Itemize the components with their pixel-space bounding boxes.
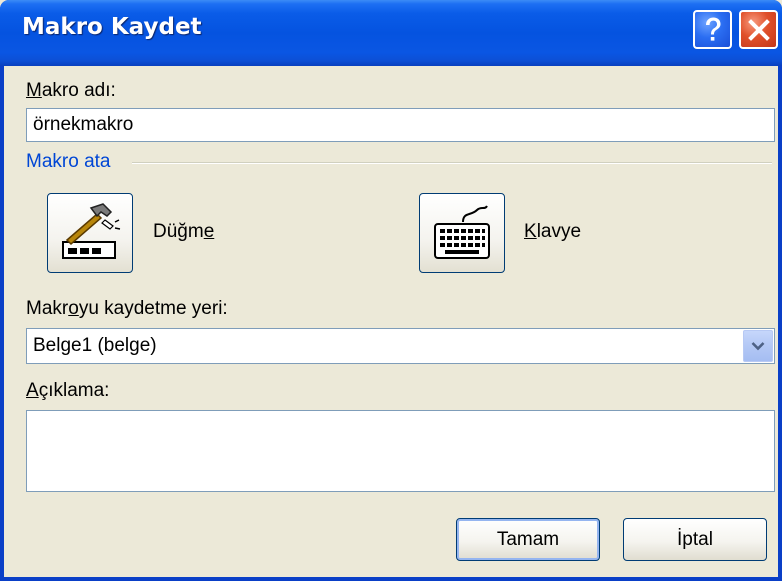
assign-to-button[interactable] — [47, 193, 133, 273]
help-icon — [705, 17, 720, 41]
dialog-body: Makro adı: örnekmakro Makro ata Düğme Kl… — [4, 66, 778, 577]
cancel-button[interactable]: İptal — [623, 518, 767, 561]
assign-macro-group-title: Makro ata — [26, 151, 111, 172]
store-macro-select[interactable]: Belge1 (belge) — [26, 328, 775, 364]
close-icon — [747, 18, 770, 41]
description-label: Açıklama: — [26, 380, 110, 401]
hammer-toolbar-icon — [62, 203, 121, 259]
ok-button[interactable]: Tamam — [456, 518, 600, 561]
group-divider — [132, 162, 772, 164]
close-button[interactable] — [739, 10, 778, 49]
window-title: Makro Kaydet — [22, 14, 202, 40]
macro-name-label: Makro adı: — [26, 80, 116, 101]
store-macro-value: Belge1 (belge) — [33, 335, 157, 356]
dropdown-button[interactable] — [743, 330, 773, 362]
keyboard-option-label: Klavye — [524, 221, 582, 242]
chevron-down-icon — [751, 342, 765, 351]
button-option-label: Düğme — [153, 221, 215, 242]
macro-name-input[interactable]: örnekmakro — [26, 108, 775, 142]
keyboard-icon — [434, 205, 490, 259]
help-button[interactable] — [693, 10, 732, 49]
title-bar[interactable]: Makro Kaydet — [0, 0, 782, 66]
assign-to-keyboard-button[interactable] — [419, 193, 505, 273]
store-macro-label: Makroyu kaydetme yeri: — [26, 298, 228, 319]
description-textarea[interactable] — [26, 410, 775, 492]
macro-record-dialog: Makro Kaydet Makro adı: örnekmakro Makro… — [0, 0, 782, 581]
